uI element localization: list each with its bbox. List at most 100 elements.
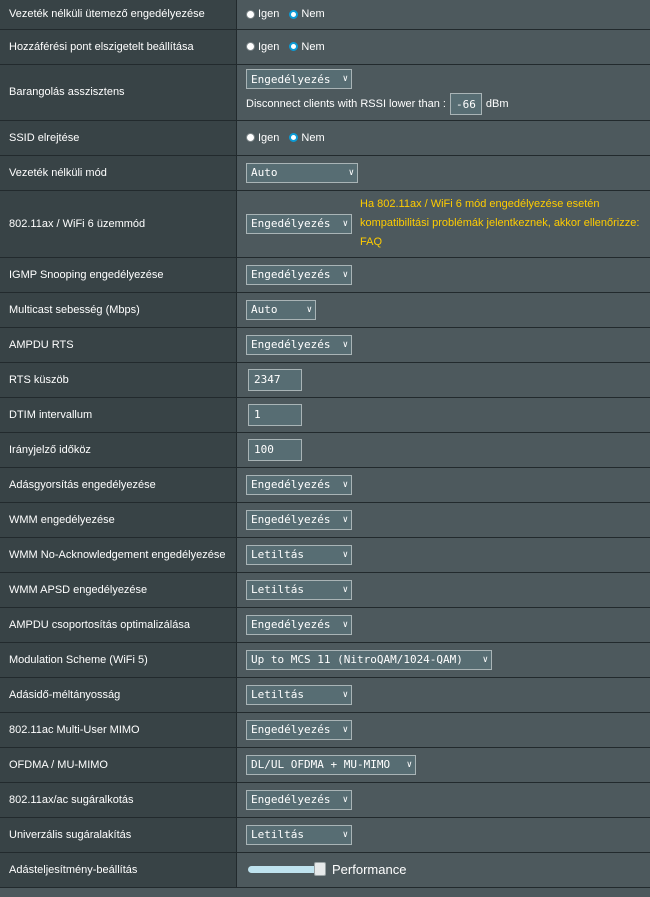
row-roaming: Barangolás asszisztens Engedélyezés ∨ Dis…	[0, 64, 650, 121]
tx-burst-label: Adásgyorsítás engedélyezése	[0, 467, 237, 503]
beamforming-label: 802.11ax/ac sugáralkotás	[0, 782, 237, 818]
row-rts: RTS küszöb 2347	[0, 362, 650, 398]
tx-power-level-text: Performance	[332, 862, 407, 877]
ap-isolation-label: Hozzáférési pont elszigetelt beállítása	[0, 29, 237, 65]
beacon-label: Irányjelző időköz	[0, 432, 237, 468]
radio-checked-icon	[289, 133, 299, 142]
wireless-mode-select[interactable]: Auto ∨	[246, 162, 358, 183]
row-ampdu-agg: AMPDU csoportosítás optimalizálása Enged…	[0, 607, 650, 643]
wmm-apsd-label: WMM APSD engedélyezése	[0, 572, 237, 608]
scheduler-no-radio[interactable]: Nem	[289, 8, 325, 20]
row-beacon: Irányjelző időköz 100	[0, 432, 650, 468]
wmm-noack-label: WMM No-Acknowledgement engedélyezése	[0, 537, 237, 573]
ssid-hide-no-radio[interactable]: Nem	[289, 132, 325, 144]
beamforming-select[interactable]: Engedélyezés ∨	[246, 789, 352, 810]
row-wmm: WMM engedélyezése Engedélyezés ∨	[0, 502, 650, 538]
row-wireless-mode: Vezeték nélküli mód Auto ∨	[0, 155, 650, 191]
radio-checked-icon	[289, 9, 299, 19]
row-beamforming: 802.11ax/ac sugáralkotás Engedélyezés ∨	[0, 782, 650, 818]
dtim-input[interactable]: 1	[248, 403, 302, 426]
row-ap-isolation: Hozzáférési pont elszigetelt beállítása …	[0, 29, 650, 65]
row-ofdma: OFDMA / MU-MIMO DL/UL OFDMA + MU-MIMO ∨	[0, 747, 650, 783]
chevron-down-icon: ∨	[342, 74, 348, 84]
advanced-wireless-settings-table: Vezeték nélküli ütemező engedélyezése Ig…	[0, 0, 650, 888]
ofdma-label: OFDMA / MU-MIMO	[0, 747, 237, 783]
chevron-down-icon: ∨	[342, 724, 348, 735]
chevron-down-icon: ∨	[406, 759, 412, 770]
igmp-label: IGMP Snooping engedélyezése	[0, 257, 237, 293]
chevron-down-icon: ∨	[342, 794, 348, 805]
ampdu-rts-select[interactable]: Engedélyezés ∨	[246, 334, 352, 355]
row-tx-power: Adásteljesítmény-beállítás Performance	[0, 852, 650, 888]
wmm-label: WMM engedélyezése	[0, 502, 237, 538]
dtim-label: DTIM intervallum	[0, 397, 237, 433]
rssi-unit: dBm	[485, 98, 509, 110]
rssi-input[interactable]: -66	[449, 93, 482, 115]
chevron-down-icon: ∨	[482, 654, 488, 665]
airtime-select[interactable]: Letiltás ∨	[246, 684, 352, 705]
rts-label: RTS küszöb	[0, 362, 237, 398]
ampdu-rts-label: AMPDU RTS	[0, 327, 237, 363]
roaming-label: Barangolás asszisztens	[0, 64, 237, 121]
wifi6-warning: Ha 802.11ax / WiFi 6 mód engedélyezése e…	[360, 195, 640, 252]
ap-isolation-yes-radio[interactable]: Igen	[246, 41, 279, 53]
igmp-select[interactable]: Engedélyezés ∨	[246, 264, 352, 285]
faq-link[interactable]: FAQ	[360, 233, 640, 252]
univ-beam-select[interactable]: Letiltás ∨	[246, 824, 352, 845]
modulation-label: Modulation Scheme (WiFi 5)	[0, 642, 237, 678]
chevron-down-icon: ∨	[348, 167, 354, 178]
chevron-down-icon: ∨	[342, 514, 348, 525]
multicast-select[interactable]: Auto ∨	[246, 299, 316, 320]
univ-beam-label: Univerzális sugáralakítás	[0, 817, 237, 853]
tx-power-slider[interactable]	[248, 862, 326, 876]
tx-burst-select[interactable]: Engedélyezés ∨	[246, 474, 352, 495]
chevron-down-icon: ∨	[342, 549, 348, 560]
chevron-down-icon: ∨	[342, 619, 348, 630]
modulation-select[interactable]: Up to MCS 11 (NitroQAM/1024-QAM) ∨	[246, 649, 492, 670]
ampdu-agg-select[interactable]: Engedélyezés ∨	[246, 614, 352, 635]
ofdma-select[interactable]: DL/UL OFDMA + MU-MIMO ∨	[246, 754, 416, 775]
ssid-hide-yes-radio[interactable]: Igen	[246, 132, 279, 144]
row-multicast: Multicast sebesség (Mbps) Auto ∨	[0, 292, 650, 328]
ssid-hide-label: SSID elrejtése	[0, 120, 237, 156]
chevron-down-icon: ∨	[342, 689, 348, 700]
chevron-down-icon: ∨	[342, 829, 348, 840]
scheduler-yes-radio[interactable]: Igen	[246, 8, 279, 20]
rts-input[interactable]: 2347	[248, 368, 302, 391]
chevron-down-icon: ∨	[342, 269, 348, 280]
wmm-noack-select[interactable]: Letiltás ∨	[246, 544, 352, 565]
row-ampdu-rts: AMPDU RTS Engedélyezés ∨	[0, 327, 650, 363]
multicast-label: Multicast sebesség (Mbps)	[0, 292, 237, 328]
chevron-down-icon: ∨	[342, 339, 348, 350]
wmm-select[interactable]: Engedélyezés ∨	[246, 509, 352, 530]
row-igmp: IGMP Snooping engedélyezése Engedélyezés…	[0, 257, 650, 293]
wmm-apsd-select[interactable]: Letiltás ∨	[246, 579, 352, 600]
radio-checked-icon	[289, 42, 299, 51]
chevron-down-icon: ∨	[342, 584, 348, 595]
radio-unchecked-icon	[246, 9, 255, 19]
row-dtim: DTIM intervallum 1	[0, 397, 650, 433]
row-airtime: Adásidő-méltányosság Letiltás ∨	[0, 677, 650, 713]
chevron-down-icon: ∨	[342, 479, 348, 490]
row-wifi6-mode: 802.11ax / WiFi 6 üzemmód Engedélyezés ∨ …	[0, 190, 650, 258]
wireless-mode-label: Vezeték nélküli mód	[0, 155, 237, 191]
slider-handle[interactable]	[314, 862, 326, 876]
radio-unchecked-icon	[246, 42, 255, 51]
row-scheduler: Vezeték nélküli ütemező engedélyezése Ig…	[0, 0, 650, 30]
ampdu-agg-label: AMPDU csoportosítás optimalizálása	[0, 607, 237, 643]
chevron-down-icon: ∨	[342, 218, 348, 229]
row-univ-beam: Univerzális sugáralakítás Letiltás ∨	[0, 817, 650, 853]
beacon-input[interactable]: 100	[248, 438, 302, 461]
mu-mimo-select[interactable]: Engedélyezés ∨	[246, 719, 352, 740]
roaming-select[interactable]: Engedélyezés ∨	[246, 69, 352, 89]
row-tx-burst: Adásgyorsítás engedélyezése Engedélyezés…	[0, 467, 650, 503]
wifi6-mode-select[interactable]: Engedélyezés ∨	[246, 213, 352, 234]
tx-power-label: Adásteljesítmény-beállítás	[0, 852, 237, 888]
airtime-label: Adásidő-méltányosság	[0, 677, 237, 713]
row-wmm-noack: WMM No-Acknowledgement engedélyezése Let…	[0, 537, 650, 573]
row-modulation: Modulation Scheme (WiFi 5) Up to MCS 11 …	[0, 642, 650, 678]
ap-isolation-no-radio[interactable]: Nem	[289, 41, 325, 53]
radio-unchecked-icon	[246, 133, 255, 142]
rssi-text: Disconnect clients with RSSI lower than …	[246, 98, 446, 110]
scheduler-label: Vezeték nélküli ütemező engedélyezése	[0, 0, 237, 30]
